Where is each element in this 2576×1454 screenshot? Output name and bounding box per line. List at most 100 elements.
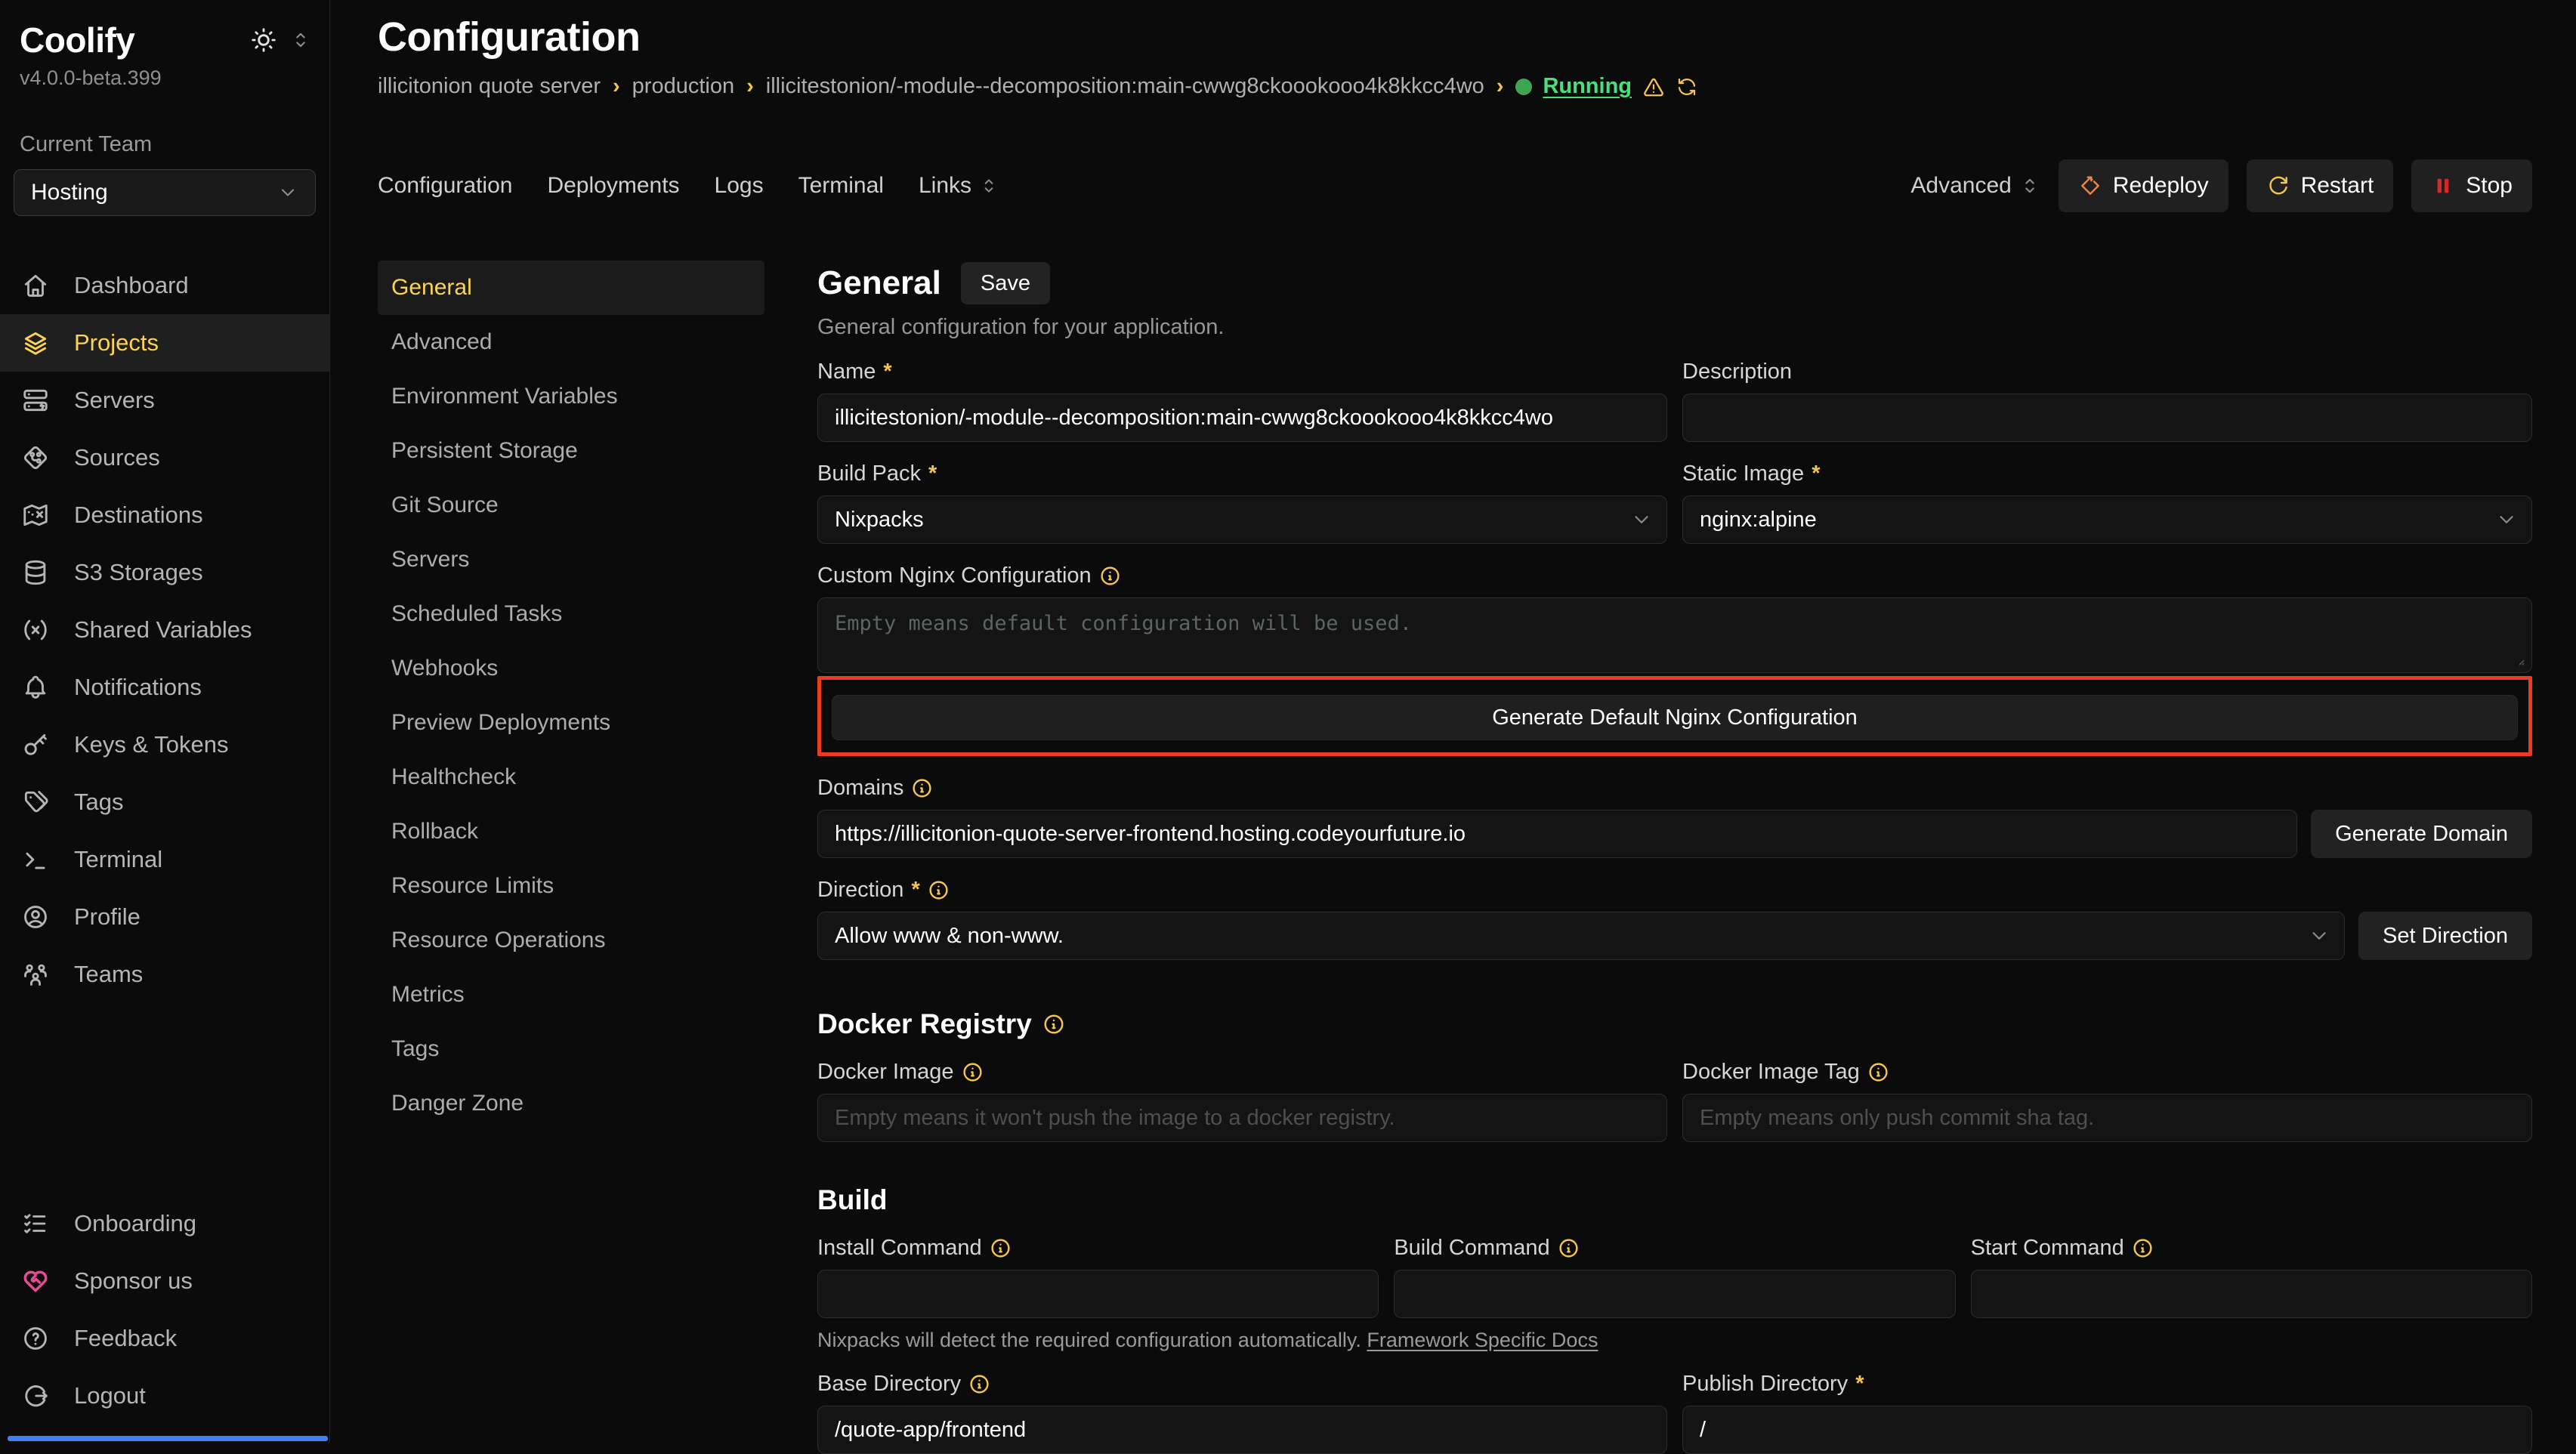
sidebar-item-profile[interactable]: Profile [0,888,329,946]
breadcrumb-link[interactable]: illicitestonion/-module--decomposition:m… [766,74,1484,99]
sidebar-item-destinations[interactable]: Destinations [0,486,329,544]
team-select[interactable]: Hosting [14,169,316,216]
generate-domain-button[interactable]: Generate Domain [2311,810,2532,858]
sidebar-item-dashboard[interactable]: Dashboard [0,257,329,314]
restart-button[interactable]: Restart [2247,159,2394,212]
sidebar-item-keys-tokens[interactable]: Keys & Tokens [0,716,329,773]
base-directory-input[interactable] [817,1406,1667,1454]
sidebar-item-shared-variables[interactable]: Shared Variables [0,601,329,659]
map-icon [21,501,50,529]
tab-links[interactable]: Links [919,173,999,199]
subnav-item-environment-variables[interactable]: Environment Variables [378,369,764,424]
tab-logs[interactable]: Logs [715,173,764,199]
theme-selector-icon[interactable] [290,29,311,51]
publish-directory-field: Publish Directory * [1682,1352,2532,1454]
info-icon[interactable] [968,1373,990,1395]
info-icon[interactable] [1042,1013,1065,1036]
subnav-item-general[interactable]: General [378,261,764,315]
info-icon[interactable] [2132,1237,2154,1259]
build-command-input[interactable] [1394,1270,1955,1318]
breadcrumb-link[interactable]: illicitonion quote server [378,74,601,99]
save-button[interactable]: Save [961,262,1050,304]
tab-terminal[interactable]: Terminal [798,173,884,199]
app-logo: Coolify [20,20,134,60]
resize-handle-icon[interactable] [2511,652,2526,667]
direction-select[interactable]: Allow www & non-www. [817,912,2345,960]
subnav-item-danger-zone[interactable]: Danger Zone [378,1076,764,1131]
breadcrumb-segment-production: production › [632,74,754,99]
content: GeneralAdvancedEnvironment VariablesPers… [378,261,2532,1454]
tag-icon [21,788,50,817]
subnav-item-webhooks[interactable]: Webhooks [378,641,764,696]
sidebar-item-projects[interactable]: Projects [0,314,329,372]
subnav-item-healthcheck[interactable]: Healthcheck [378,750,764,804]
subnav-item-metrics[interactable]: Metrics [378,968,764,1022]
redeploy-button[interactable]: Redeploy [2059,159,2229,212]
custom-nginx-textarea[interactable] [817,597,2532,673]
install-command-input[interactable] [817,1270,1379,1318]
sun-icon[interactable] [249,26,278,54]
warning-icon[interactable] [1642,76,1665,98]
info-icon[interactable] [1558,1237,1580,1259]
subnav-item-persistent-storage[interactable]: Persistent Storage [378,424,764,478]
sidebar-item-label: Dashboard [74,272,189,299]
sidebar-item-notifications[interactable]: Notifications [0,659,329,716]
info-icon[interactable] [911,777,933,799]
subnav-item-servers[interactable]: Servers [378,533,764,587]
sidebar-item-label: Notifications [74,674,202,701]
tab-label: Configuration [378,173,512,199]
sidebar-item-tags[interactable]: Tags [0,773,329,831]
name-input[interactable] [817,394,1667,442]
subnav-item-advanced[interactable]: Advanced [378,315,764,369]
set-direction-button[interactable]: Set Direction [2358,912,2532,960]
sidebar-item-sponsor-us[interactable]: Sponsor us [0,1252,329,1310]
required-marker: * [911,878,919,903]
subnav-item-preview-deployments[interactable]: Preview Deployments [378,696,764,750]
start-command-label: Start Command [1971,1236,2124,1261]
team-select-value: Hosting [31,180,108,205]
sidebar-item-servers[interactable]: Servers [0,372,329,429]
docker-image-tag-input[interactable] [1682,1094,2532,1142]
advanced-menu[interactable]: Advanced [1910,173,2040,199]
subnav-item-scheduled-tasks[interactable]: Scheduled Tasks [378,587,764,641]
subnav-item-tags[interactable]: Tags [378,1022,764,1076]
info-icon[interactable] [1867,1061,1889,1083]
generate-nginx-config-button[interactable]: Generate Default Nginx Configuration [832,695,2518,740]
section-title: General [817,264,941,302]
status-running-link[interactable]: Running [1543,74,1632,99]
framework-docs-link[interactable]: Framework Specific Docs [1367,1329,1598,1351]
breadcrumb-link[interactable]: production [632,74,734,99]
publish-directory-input[interactable] [1682,1406,2532,1454]
logo-row: Coolify [0,0,329,60]
static-image-select[interactable]: nginx:alpine [1682,495,2532,544]
build-pack-select[interactable]: Nixpacks [817,495,1667,544]
subnav-item-rollback[interactable]: Rollback [378,804,764,859]
tab-deployments[interactable]: Deployments [547,173,679,199]
description-input[interactable] [1682,394,2532,442]
refresh-icon[interactable] [1676,76,1698,98]
start-command-field: Start Command [1971,1216,2532,1318]
sidebar-item-onboarding[interactable]: Onboarding [0,1195,329,1252]
breadcrumb-segment-illicitestonion-module-decomposition-main-cwwg8ckoookooo4k8kkcc4wo: illicitestonion/-module--decomposition:m… [766,74,1504,99]
sidebar-item-feedback[interactable]: Feedback [0,1310,329,1367]
tab-configuration[interactable]: Configuration [378,173,512,199]
subnav-item-resource-limits[interactable]: Resource Limits [378,859,764,913]
custom-nginx-label-row: Custom Nginx Configuration [817,563,2532,588]
sidebar-item-sources[interactable]: Sources [0,429,329,486]
docker-image-input[interactable] [817,1094,1667,1142]
domains-input[interactable] [817,810,2297,858]
sidebar-item-logout[interactable]: Logout [0,1367,329,1425]
subnav-item-git-source[interactable]: Git Source [378,478,764,533]
subnav-item-resource-operations[interactable]: Resource Operations [378,913,764,968]
sidebar-item-s3-storages[interactable]: S3 Storages [0,544,329,601]
sidebar-item-terminal[interactable]: Terminal [0,831,329,888]
info-icon[interactable] [1099,565,1121,587]
start-command-input[interactable] [1971,1270,2532,1318]
sidebar-item-label: Logout [74,1382,146,1409]
form-head: General Save [817,262,2532,304]
sidebar-item-teams[interactable]: Teams [0,946,329,1003]
info-icon[interactable] [962,1061,984,1083]
stop-button[interactable]: Stop [2411,159,2532,212]
info-icon[interactable] [928,879,950,901]
info-icon[interactable] [990,1237,1012,1259]
